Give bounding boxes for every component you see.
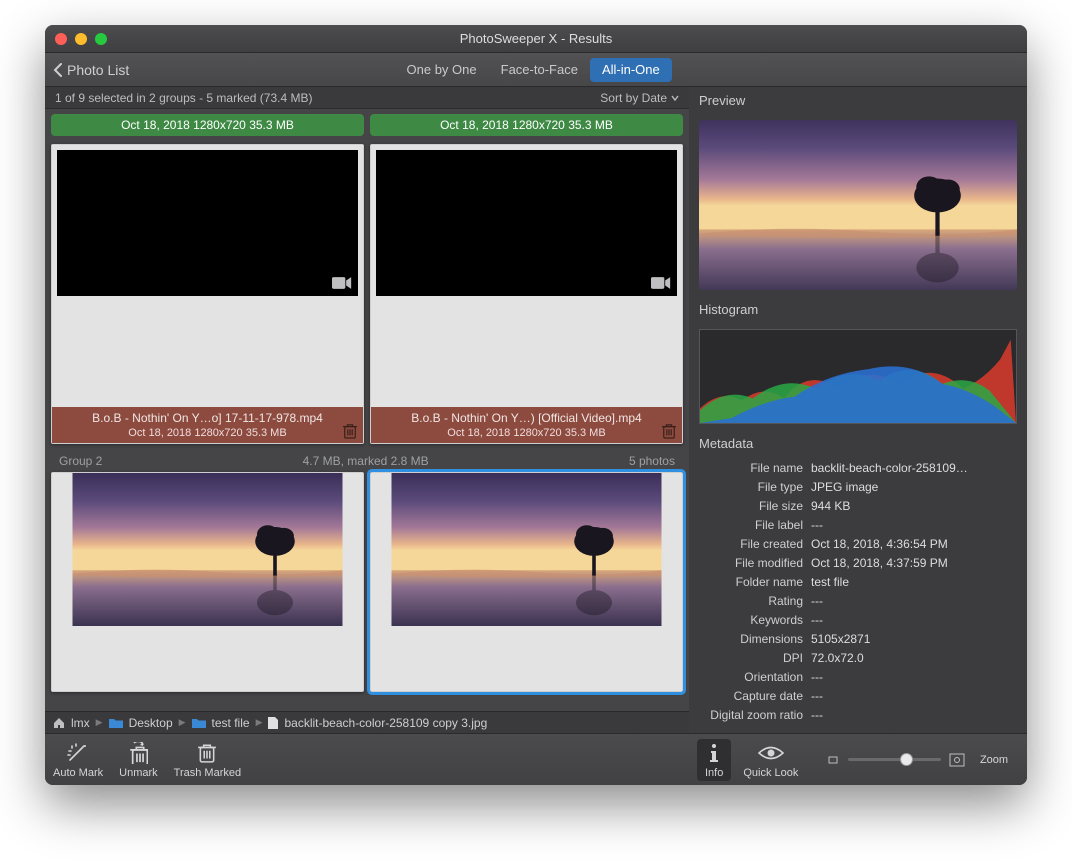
breadcrumb-item[interactable]: Desktop	[129, 716, 173, 730]
metadata-header: Metadata	[689, 430, 1027, 457]
metadata-value: ---	[811, 516, 1017, 535]
breadcrumb-item[interactable]: test file	[212, 716, 250, 730]
home-icon	[53, 717, 65, 729]
metadata-value: 5105x2871	[811, 630, 1017, 649]
media-details: Oct 18, 2018 1280x720 35.3 MB	[377, 427, 676, 439]
media-thumbnail	[52, 145, 363, 301]
media-card-footer: B.o.B - Nothin' On Y…) [Official Video].…	[371, 407, 682, 443]
folder-icon	[192, 718, 206, 728]
metadata-value: Oct 18, 2018, 4:37:59 PM	[811, 554, 1017, 573]
right-bottom-toolbar: Info Quick Look Zoom	[689, 733, 1027, 785]
close-window-button[interactable]	[55, 33, 67, 45]
chevron-left-icon	[53, 63, 63, 77]
media-filename: B.o.B - Nothin' On Y…o] 17-11-17-978.mp4	[58, 411, 357, 425]
zoom-label: Zoom	[969, 754, 1019, 766]
zoom-window-button[interactable]	[95, 33, 107, 45]
media-thumbnail	[371, 473, 682, 626]
file-icon	[268, 717, 278, 729]
titlebar: PhotoSweeper X - Results	[45, 25, 1027, 53]
media-card-selected[interactable]	[370, 472, 683, 692]
media-thumbnail	[52, 473, 363, 626]
metadata-value: 944 KB	[811, 497, 1017, 516]
video-icon	[651, 276, 671, 290]
group-header: Group 2 4.7 MB, marked 2.8 MB 5 photos	[51, 444, 683, 472]
tab-one-by-one[interactable]: One by One	[395, 58, 489, 82]
group-size: 4.7 MB, marked 2.8 MB	[303, 454, 429, 468]
minimize-window-button[interactable]	[75, 33, 87, 45]
trash-undo-icon	[128, 742, 148, 764]
back-button[interactable]: Photo List	[53, 62, 129, 78]
status-bar: 1 of 9 selected in 2 groups - 5 marked (…	[45, 87, 689, 109]
video-icon	[332, 276, 352, 290]
zoom-out-icon	[826, 754, 840, 766]
metadata-value: backlit-beach-color-258109…	[811, 459, 1017, 478]
unmark-button[interactable]: Unmark	[119, 741, 158, 779]
quick-look-button[interactable]: Quick Look	[743, 741, 798, 779]
toolbar: Photo List One by One Face-to-Face All-i…	[45, 53, 1027, 87]
breadcrumb-sep: ▶	[179, 717, 186, 728]
selection-status: 1 of 9 selected in 2 groups - 5 marked (…	[55, 91, 312, 105]
auto-mark-button[interactable]: Auto Mark	[53, 741, 103, 779]
sort-label: Sort by Date	[600, 91, 667, 105]
info-button[interactable]: Info	[697, 739, 731, 781]
tab-face-to-face[interactable]: Face-to-Face	[489, 58, 590, 82]
preview-header: Preview	[689, 87, 1027, 114]
metadata-value: ---	[811, 611, 1017, 630]
metadata-panel: File namebacklit-beach-color-258109… Fil…	[689, 457, 1027, 733]
metadata-value: test file	[811, 573, 1017, 592]
sort-menu[interactable]: Sort by Date	[600, 91, 679, 105]
trash-icon[interactable]	[343, 423, 357, 439]
info-icon	[707, 743, 721, 763]
folder-icon	[109, 718, 123, 728]
eye-icon	[758, 745, 784, 761]
media-card[interactable]: B.o.B - Nothin' On Y…) [Official Video].…	[370, 144, 683, 444]
preview-image	[699, 120, 1017, 290]
back-label: Photo List	[67, 62, 129, 78]
breadcrumb-file: backlit-beach-color-258109 copy 3.jpg	[284, 716, 487, 730]
slider-knob[interactable]	[900, 753, 913, 766]
breadcrumb: lmx ▶ Desktop ▶ test file ▶ backlit-beac…	[45, 711, 689, 733]
media-thumbnail	[371, 145, 682, 301]
trash-marked-button[interactable]: Trash Marked	[174, 741, 241, 779]
media-details: Oct 18, 2018 1280x720 35.3 MB	[58, 427, 357, 439]
group-count: 5 photos	[629, 454, 675, 468]
trash-icon[interactable]	[662, 423, 676, 439]
breadcrumb-item[interactable]: lmx	[71, 716, 90, 730]
metadata-value: 72.0x72.0	[811, 649, 1017, 668]
media-filename: B.o.B - Nothin' On Y…) [Official Video].…	[377, 411, 676, 425]
metadata-value: ---	[811, 706, 1017, 725]
chevron-down-icon	[671, 95, 679, 101]
duplicate-info-bar: Oct 18, 2018 1280x720 35.3 MB	[51, 114, 364, 136]
media-card[interactable]: B.o.B - Nothin' On Y…o] 17-11-17-978.mp4…	[51, 144, 364, 444]
zoom-slider[interactable]	[826, 753, 965, 767]
trash-icon	[198, 743, 216, 763]
tab-all-in-one[interactable]: All-in-One	[590, 58, 672, 82]
metadata-value: JPEG image	[811, 478, 1017, 497]
metadata-value: ---	[811, 668, 1017, 687]
media-card-footer: B.o.B - Nothin' On Y…o] 17-11-17-978.mp4…	[52, 407, 363, 443]
breadcrumb-sep: ▶	[256, 717, 263, 728]
bottom-toolbar: Auto Mark Unmark Trash Marked	[45, 733, 689, 785]
metadata-value: ---	[811, 687, 1017, 706]
media-card[interactable]	[51, 472, 364, 692]
window-title: PhotoSweeper X - Results	[460, 31, 612, 46]
breadcrumb-sep: ▶	[96, 717, 103, 728]
histogram-header: Histogram	[689, 296, 1027, 323]
metadata-value: Oct 18, 2018, 4:36:54 PM	[811, 535, 1017, 554]
group-name: Group 2	[59, 454, 102, 468]
zoom-in-icon	[949, 753, 965, 767]
wand-icon	[67, 743, 89, 763]
view-mode-tabs: One by One Face-to-Face All-in-One	[395, 58, 672, 82]
metadata-value: ---	[811, 592, 1017, 611]
duplicate-info-bar: Oct 18, 2018 1280x720 35.3 MB	[370, 114, 683, 136]
histogram	[699, 329, 1017, 424]
